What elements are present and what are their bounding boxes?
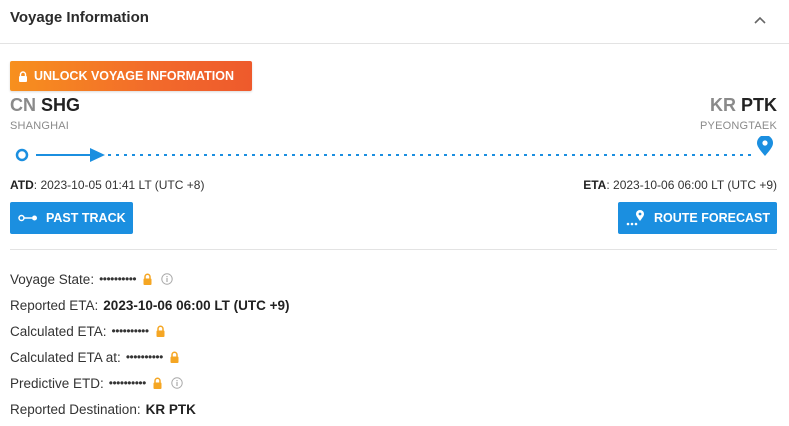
detail-row-reported-destination: Reported Destination: KR PTK <box>10 396 290 422</box>
info-icon[interactable] <box>161 273 173 285</box>
arrival-country-code: KR <box>709 95 736 115</box>
voyage-route-line <box>15 136 773 162</box>
departure-port-code: SHG <box>41 95 81 115</box>
detail-label: Reported ETA: <box>10 297 99 313</box>
masked-value: •••••••••• <box>99 272 137 286</box>
lock-icon[interactable] <box>155 325 166 337</box>
reported-destination-value: KR PTK <box>145 401 196 417</box>
section-title: Voyage Information <box>10 9 149 26</box>
arrival-port-code: PTK <box>741 95 777 115</box>
reported-eta-value: 2023-10-06 06:00 LT (UTC +9) <box>103 297 290 313</box>
eta-value: 2023-10-06 06:00 LT (UTC +9) <box>613 178 777 192</box>
lock-icon[interactable] <box>152 377 163 389</box>
voyage-information-header[interactable]: Voyage Information <box>0 0 789 44</box>
detail-label: Predictive ETD: <box>10 375 104 391</box>
past-track-button[interactable]: PAST TRACK <box>10 202 133 234</box>
departure-country-code: CN <box>10 95 36 115</box>
masked-value: •••••••••• <box>111 324 150 338</box>
origin-dot-icon <box>15 148 29 162</box>
progress-arrow-icon <box>90 148 105 162</box>
unlock-voyage-information-button[interactable]: UNLOCK VOYAGE INFORMATION <box>10 61 252 91</box>
route-forecast-label: ROUTE FORECAST <box>654 211 770 225</box>
masked-value: •••••••••• <box>108 376 147 390</box>
detail-label: Reported Destination: <box>10 401 141 417</box>
arrival-port[interactable]: KR PTK PYEONGTAEK <box>700 95 777 132</box>
atd-label: ATD <box>10 178 34 192</box>
lock-icon[interactable] <box>169 351 180 363</box>
detail-row-calculated-eta: Calculated ETA: •••••••••• <box>10 318 290 344</box>
route-pin-icon <box>626 210 644 226</box>
detail-label: Calculated ETA at: <box>10 349 121 365</box>
detail-row-reported-eta: Reported ETA: 2023-10-06 06:00 LT (UTC +… <box>10 292 290 318</box>
detail-label: Voyage State: <box>10 271 95 287</box>
lock-icon <box>19 70 27 82</box>
voyage-details-list: Voyage State: •••••••••• Reported ETA: 2… <box>10 266 290 422</box>
atd-time: ATD: 2023-10-05 01:41 LT (UTC +8) <box>10 178 205 192</box>
route-forecast-button[interactable]: ROUTE FORECAST <box>618 202 777 234</box>
departure-port-name: SHANGHAI <box>10 120 70 132</box>
detail-row-calculated-eta-at: Calculated ETA at: •••••••••• <box>10 344 290 370</box>
track-icon <box>18 214 37 222</box>
eta-time: ETA: 2023-10-06 06:00 LT (UTC +9) <box>583 178 777 192</box>
unlock-button-label: UNLOCK VOYAGE INFORMATION <box>34 69 235 83</box>
masked-value: •••••••••• <box>125 350 164 364</box>
destination-pin-icon <box>757 136 773 156</box>
arrival-port-name: PYEONGTAEK <box>700 120 777 132</box>
info-icon[interactable] <box>171 377 183 389</box>
detail-row-voyage-state: Voyage State: •••••••••• <box>10 266 290 292</box>
eta-label: ETA <box>583 178 607 192</box>
departure-port[interactable]: CN SHG SHANGHAI <box>10 95 80 132</box>
detail-row-predictive-etd: Predictive ETD: •••••••••• <box>10 370 290 396</box>
past-track-label: PAST TRACK <box>46 211 126 225</box>
detail-label: Calculated ETA: <box>10 323 107 339</box>
atd-value: 2023-10-05 01:41 LT (UTC +8) <box>40 178 205 192</box>
section-divider <box>10 249 777 250</box>
chevron-up-icon[interactable] <box>752 12 768 28</box>
lock-icon[interactable] <box>142 273 153 285</box>
